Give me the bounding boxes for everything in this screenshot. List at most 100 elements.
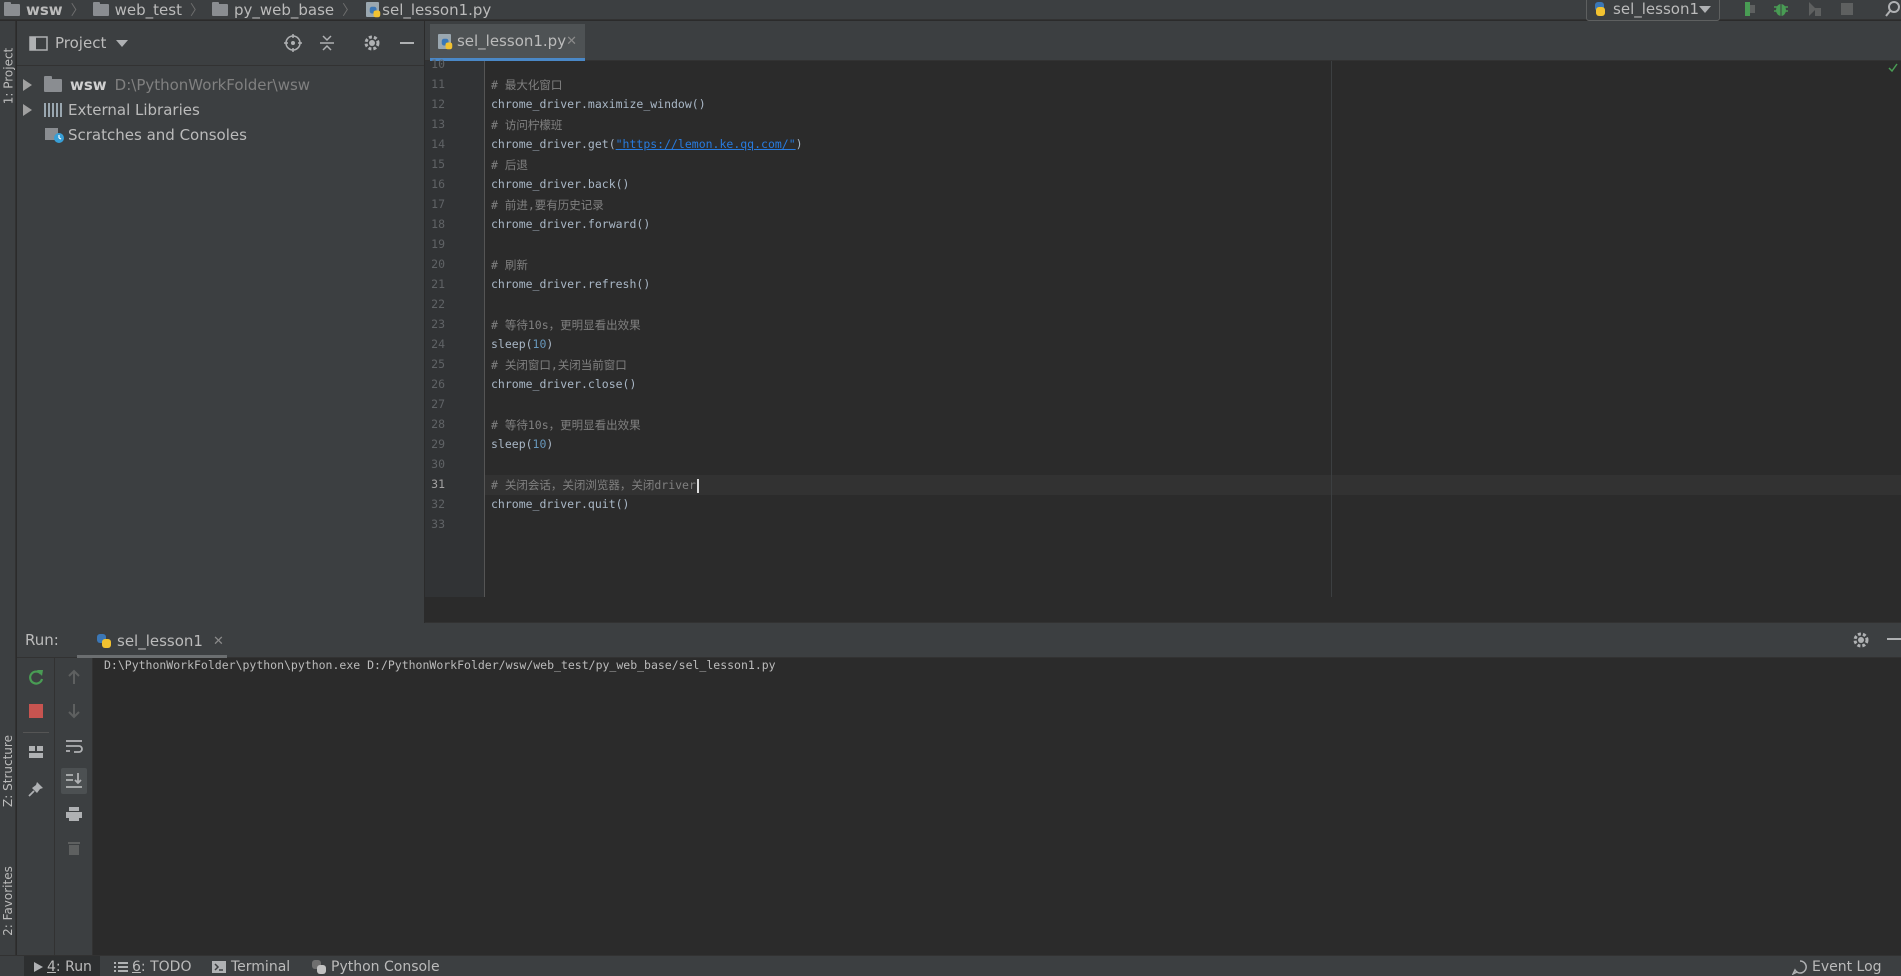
- folder-icon: [211, 1, 228, 16]
- favorites-tool-tab-label: 2: Favorites: [1, 866, 16, 936]
- right-margin-guide: [1331, 61, 1332, 597]
- tool-window-bar: 4: Run 6: TODO Terminal Python Console E…: [0, 955, 1901, 976]
- code-line: chrome_driver.forward(): [491, 217, 651, 231]
- rerun-button[interactable]: [26, 667, 46, 687]
- search-button[interactable]: [1884, 0, 1901, 18]
- breadcrumb-item-file[interactable]: sel_lesson1.py: [358, 0, 491, 20]
- breadcrumb-label: wsw: [26, 0, 63, 19]
- scratches-icon: [45, 128, 64, 143]
- code-url-link[interactable]: "https://lemon.ke.qq.com/": [616, 137, 796, 151]
- line-number-active: 31: [431, 477, 445, 491]
- up-arrow-icon: [68, 669, 80, 684]
- expand-arrow-icon[interactable]: [23, 104, 32, 116]
- line-number: 19: [431, 237, 445, 251]
- line-number: 17: [431, 197, 445, 211]
- line-number: 16: [431, 177, 445, 191]
- previous-occurrence-button[interactable]: [64, 667, 84, 687]
- settings-button[interactable]: [362, 33, 382, 53]
- line-number: 13: [431, 117, 445, 131]
- run-settings-button[interactable]: [1852, 631, 1870, 653]
- line-number: 14: [431, 137, 445, 151]
- breadcrumb-item-wsw[interactable]: wsw 〉: [0, 0, 87, 20]
- line-number: 15: [431, 157, 445, 171]
- line-number-gutter: 10 11 12 13 14 15 16 17 18 19 20 21 22 2…: [425, 57, 485, 597]
- line-number: 21: [431, 277, 445, 291]
- expand-arrow-icon[interactable]: [23, 79, 32, 91]
- tree-item-wsw[interactable]: wsw D:\PythonWorkFolder\wsw: [17, 73, 310, 97]
- line-number: 18: [431, 217, 445, 231]
- code-line: chrome_driver.maximize_window(): [491, 97, 706, 111]
- breadcrumb-item-py-web-base[interactable]: py_web_base 〉: [206, 0, 358, 20]
- event-log-icon: [1792, 959, 1807, 975]
- structure-tool-tab-label: Z: Structure: [1, 735, 15, 807]
- code-number: 10: [532, 337, 547, 351]
- editor-tab-sel-lesson1[interactable]: sel_lesson1.py ✕: [430, 24, 585, 61]
- pin-tab-button[interactable]: [26, 779, 46, 799]
- terminal-tool-button[interactable]: Terminal: [212, 956, 290, 976]
- favorites-tool-tab[interactable]: 2: Favorites: [0, 851, 16, 951]
- gear-icon: [1853, 632, 1869, 648]
- collapse-all-button[interactable]: [317, 33, 337, 53]
- code-token: sleep(: [491, 337, 533, 351]
- run-tool-button[interactable]: 4: Run: [24, 956, 100, 976]
- event-log-tool-button[interactable]: Event Log: [1792, 956, 1882, 976]
- restore-layout-button[interactable]: [26, 742, 46, 762]
- rerun-icon: [29, 670, 44, 685]
- stop-run-button[interactable]: [26, 701, 46, 721]
- hide-panel-button[interactable]: [397, 33, 417, 53]
- code-string: "https://lemon.ke.qq.com/": [616, 137, 796, 151]
- trash-icon: [68, 842, 80, 855]
- editor-tab-bar: sel_lesson1.py ✕: [425, 21, 1901, 61]
- python-console-tool-button[interactable]: Python Console: [312, 956, 440, 976]
- scroll-to-end-button[interactable]: [61, 768, 87, 794]
- print-button[interactable]: [64, 804, 84, 824]
- event-log-tool-label: Event Log: [1812, 958, 1882, 975]
- python-file-icon: [438, 33, 453, 49]
- structure-tool-tab[interactable]: Z: Structure: [0, 721, 16, 821]
- soft-wrap-button[interactable]: [64, 736, 84, 756]
- run-configuration-label: sel_lesson1: [1613, 0, 1699, 18]
- code-editor[interactable]: # 最大化窗口 chrome_driver.maximize_window() …: [485, 61, 1901, 597]
- code-line: chrome_driver.refresh(): [491, 277, 651, 291]
- close-icon[interactable]: ✕: [566, 34, 577, 49]
- locate-button[interactable]: [283, 33, 303, 53]
- debug-button[interactable]: [1771, 0, 1791, 18]
- inspection-ok-icon: [1888, 63, 1898, 73]
- clear-all-button[interactable]: [64, 838, 84, 858]
- code-line: # 后退: [491, 158, 528, 172]
- editor-tab-label: sel_lesson1.py: [456, 32, 567, 50]
- project-panel-title[interactable]: Project: [55, 34, 106, 52]
- todo-tool-button[interactable]: 6: TODO: [114, 956, 191, 976]
- run-icon: [34, 961, 43, 972]
- close-icon[interactable]: ✕: [213, 634, 224, 649]
- line-number: 24: [431, 337, 445, 351]
- editor-footer: [425, 597, 1901, 623]
- tree-item-external-libraries[interactable]: External Libraries: [17, 98, 200, 122]
- project-tool-tab[interactable]: 1: Project: [0, 31, 16, 121]
- pin-icon: [28, 782, 43, 797]
- python-file-icon: [366, 2, 381, 18]
- breadcrumb-label: sel_lesson1.py: [382, 0, 492, 19]
- tree-item-scratches[interactable]: Scratches and Consoles: [44, 123, 247, 147]
- code-token: sleep(: [491, 437, 533, 451]
- code-line: # 最大化窗口: [491, 78, 563, 92]
- next-occurrence-button[interactable]: [64, 701, 84, 721]
- python-icon: [1595, 2, 1606, 16]
- coverage-button[interactable]: [1804, 0, 1824, 18]
- run-panel-header: Run: sel_lesson1 ✕: [17, 623, 1901, 658]
- line-number: 12: [431, 97, 445, 111]
- scroll-to-end-icon: [66, 773, 82, 788]
- line-number: 22: [431, 297, 445, 311]
- run-button[interactable]: [1740, 0, 1760, 18]
- run-toolbar-primary: [17, 658, 55, 955]
- code-token: ): [546, 437, 554, 451]
- run-toolbar-secondary: [55, 658, 93, 955]
- breadcrumb-item-web-test[interactable]: web_test 〉: [87, 0, 206, 20]
- chevron-down-icon[interactable]: [116, 39, 129, 47]
- run-hide-button[interactable]: [1886, 631, 1901, 651]
- stop-button[interactable]: [1837, 0, 1857, 18]
- run-console[interactable]: D:\PythonWorkFolder\python\python.exe D:…: [94, 658, 1901, 955]
- project-tool-tab-label: 1: Project: [1, 47, 15, 105]
- run-tab-sel-lesson1[interactable]: sel_lesson1 ✕: [77, 627, 227, 658]
- run-configuration-selector[interactable]: sel_lesson1: [1586, 0, 1720, 21]
